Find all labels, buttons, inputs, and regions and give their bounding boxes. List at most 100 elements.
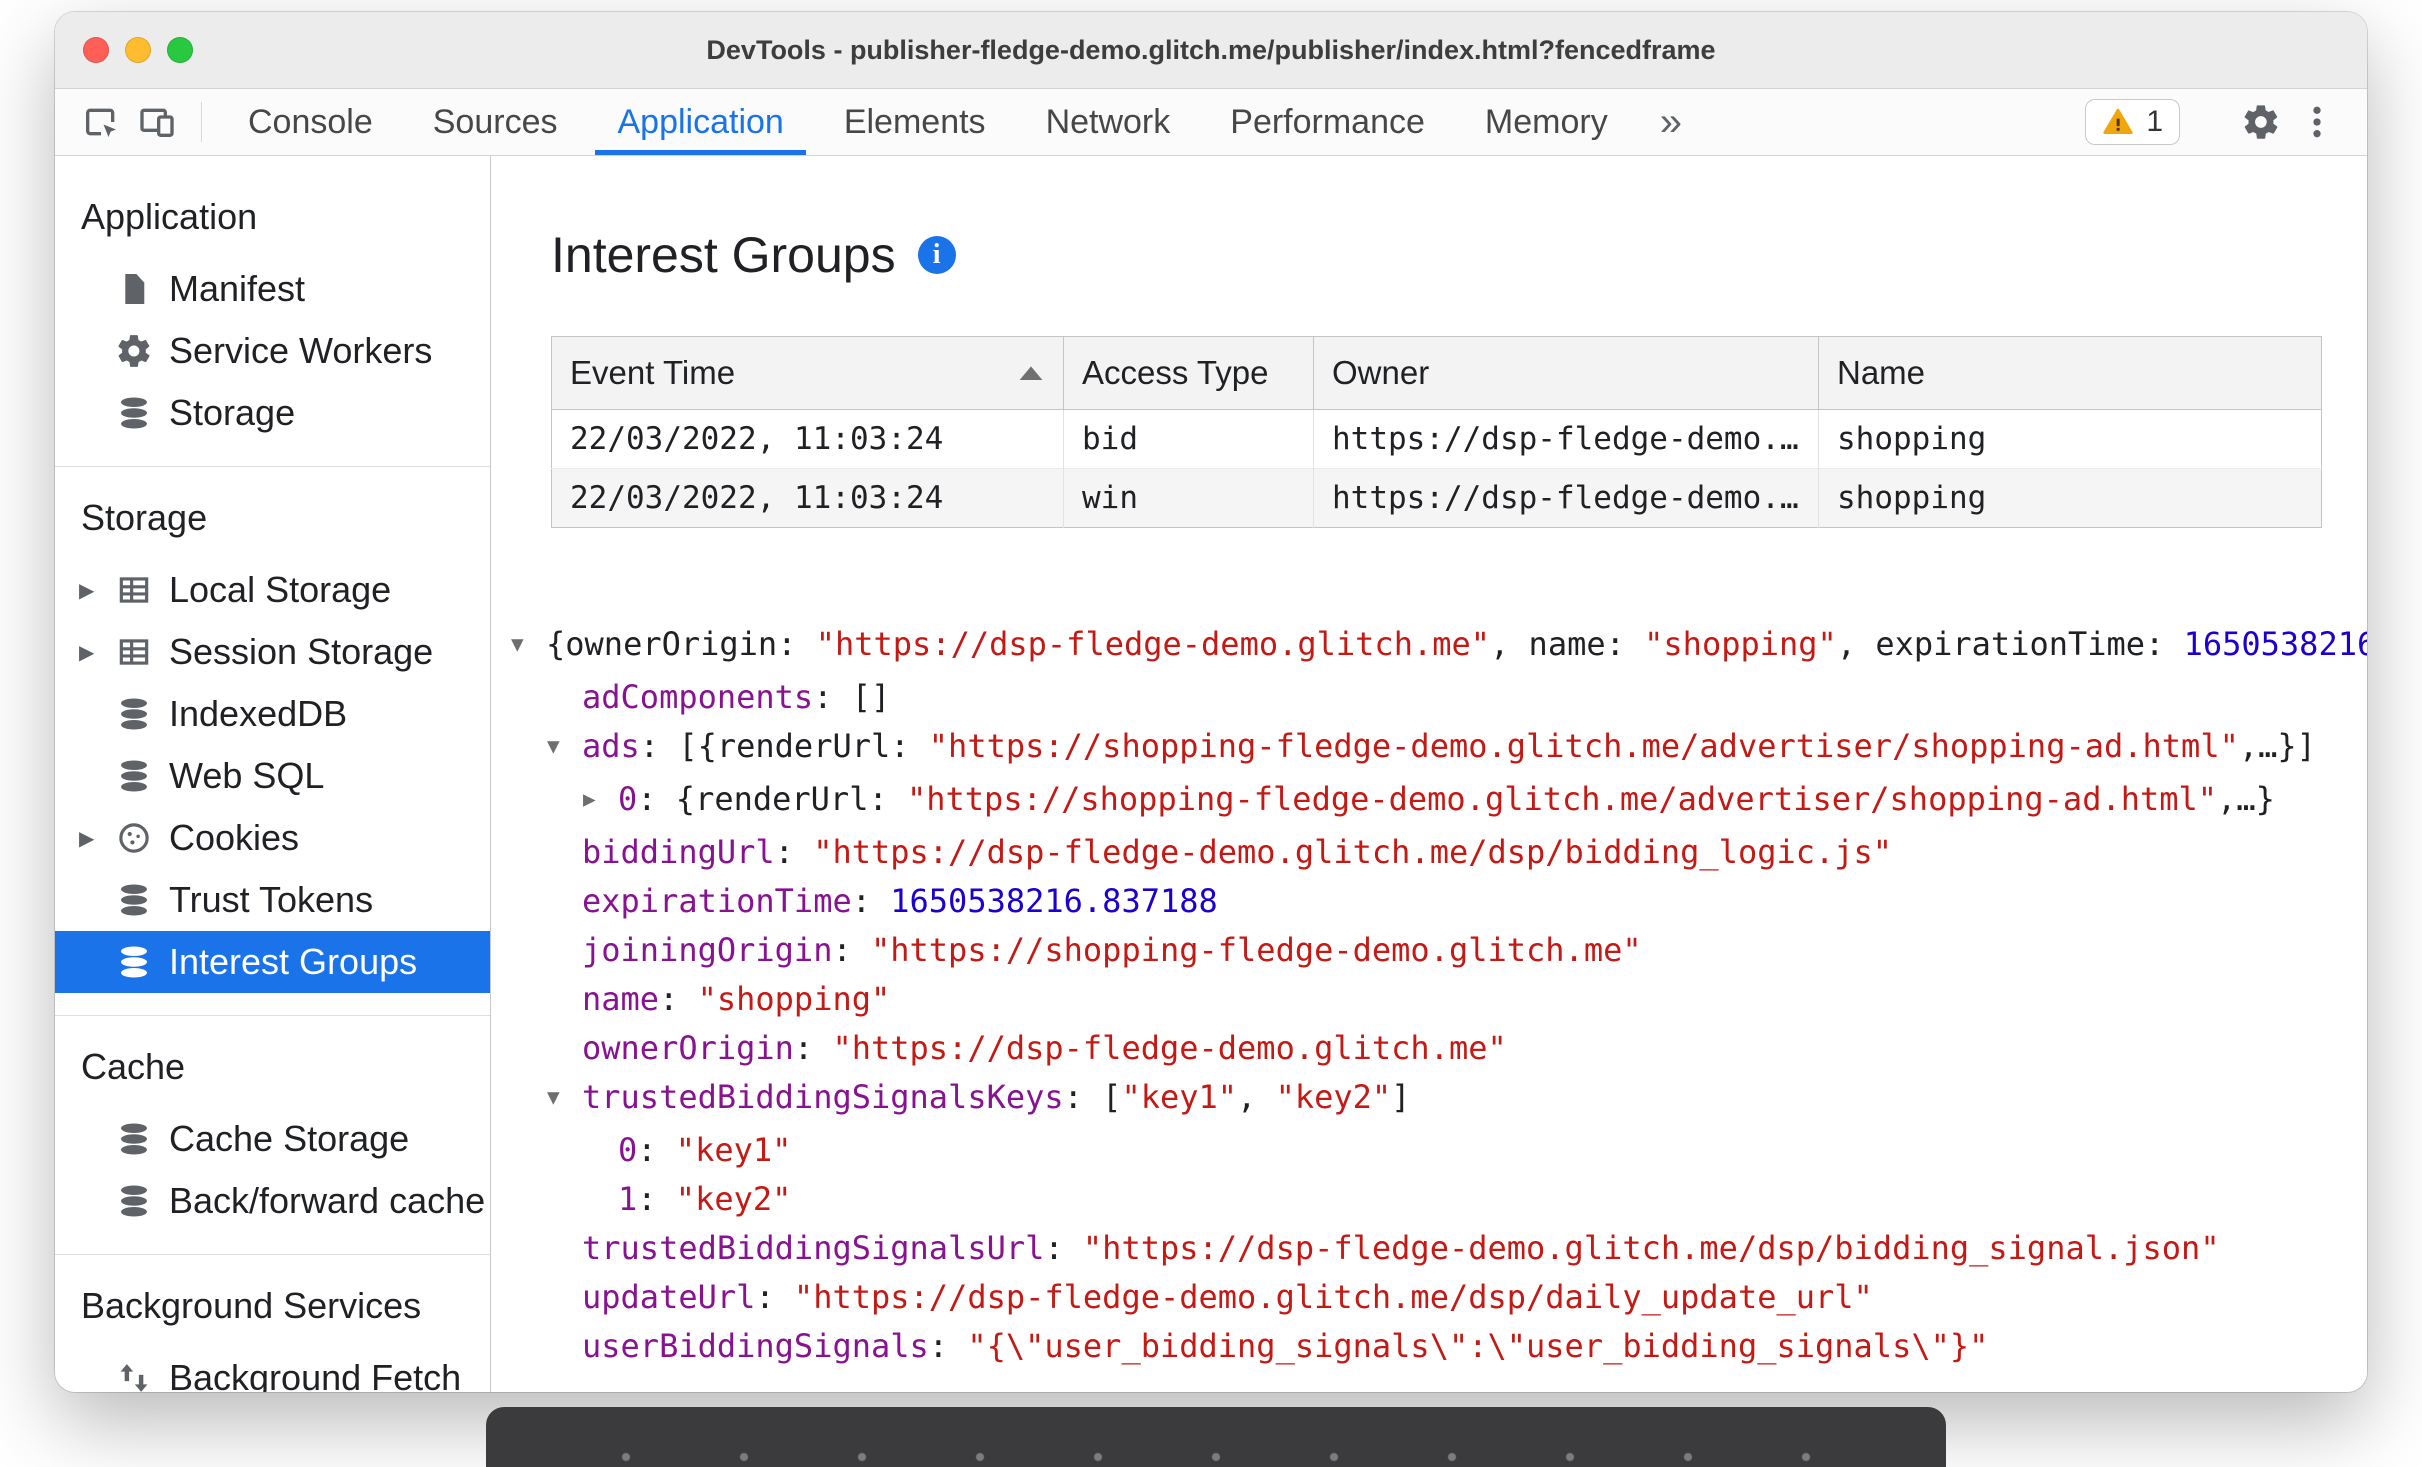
sidebar-item-cache-storage[interactable]: Cache Storage <box>55 1108 490 1170</box>
sidebar-section-background-services: Background Services Background Fetch <box>55 1255 490 1392</box>
titlebar[interactable]: DevTools - publisher-fledge-demo.glitch.… <box>55 12 2367 89</box>
more-options-button[interactable] <box>2289 102 2345 142</box>
column-header-owner[interactable]: Owner <box>1313 336 1819 410</box>
tree-key: name <box>582 980 660 1018</box>
settings-button[interactable] <box>2233 102 2289 142</box>
expand-caret-icon[interactable] <box>79 826 115 851</box>
column-header-name[interactable]: Name <box>1818 336 2322 410</box>
cell-owner: https://dsp-fledge-demo.glitch.me <box>1313 409 1819 469</box>
tree-line: ▼ trustedBiddingSignalsKeys: ["key1", "ke… <box>511 1073 2367 1126</box>
tab-memory[interactable]: Memory <box>1455 89 1638 155</box>
section-title: Storage <box>81 497 208 538</box>
cell-name: shopping <box>1837 421 1987 457</box>
tree-string-value: "https://shopping-fledge-demo.glitch.me" <box>870 931 1642 969</box>
toolbar-right-group: 1 <box>2085 89 2345 155</box>
zoom-window-button[interactable] <box>167 37 193 63</box>
macos-dock[interactable] <box>486 1407 1946 1467</box>
application-sidebar: Application Manifest Service Workers Sto… <box>55 156 491 1392</box>
sidebar-item-manifest[interactable]: Manifest <box>55 258 490 320</box>
sidebar-item-background-fetch[interactable]: Background Fetch <box>55 1347 490 1392</box>
tab-application[interactable]: Application <box>587 89 813 155</box>
inspect-element-button[interactable] <box>73 89 129 155</box>
tab-elements[interactable]: Elements <box>814 89 1016 155</box>
expand-caret-icon[interactable] <box>79 640 115 665</box>
tree-line: ▼ ads: [{renderUrl: "https://shopping-fle… <box>511 722 2367 775</box>
tree-string-value: "https://dsp-fledge-demo.glitch.me/dsp/d… <box>793 1278 1873 1316</box>
sidebar-item-label: Manifest <box>169 268 306 309</box>
sidebar-item-label: Web SQL <box>169 755 325 796</box>
tree-line: 0: "key1" <box>511 1126 2367 1175</box>
expanded-arrow-icon[interactable]: ▼ <box>547 1073 582 1122</box>
sidebar-item-cookies[interactable]: Cookies <box>55 807 490 869</box>
panel-tabs: Console Sources Application Elements Net… <box>218 89 1704 155</box>
tree-text: : <box>637 1131 676 1169</box>
tree-line: biddingUrl: "https://dsp-fledge-demo.gli… <box>511 828 2367 877</box>
sidebar-item-label: Background Fetch <box>169 1357 462 1392</box>
sidebar-item-web-sql[interactable]: Web SQL <box>55 745 490 807</box>
database-icon <box>115 757 153 795</box>
tree-text: : <box>832 931 871 969</box>
interest-groups-table: Event Time Access Type Owner Name 22/03/… <box>551 336 2322 528</box>
tree-text: : <box>637 1180 676 1218</box>
tab-sources[interactable]: Sources <box>403 89 588 155</box>
sidebar-item-label: Back/forward cache <box>169 1180 486 1221</box>
close-window-button[interactable] <box>83 37 109 63</box>
tree-text: ,…} <box>2217 780 2275 818</box>
sidebar-item-storage[interactable]: Storage <box>55 382 490 444</box>
tree-key: userBiddingSignals <box>582 1327 929 1365</box>
tab-network[interactable]: Network <box>1016 89 1201 155</box>
cell-event-time: 22/03/2022, 11:03:24 <box>551 468 1064 528</box>
column-header-access-type[interactable]: Access Type <box>1063 336 1314 410</box>
tab-console[interactable]: Console <box>218 89 403 155</box>
sidebar-item-label: Interest Groups <box>169 941 418 982</box>
tree-text: {ownerOrigin: <box>546 625 816 663</box>
sidebar-item-label: Cookies <box>169 817 300 858</box>
tree-line: ▼ {ownerOrigin: "https://dsp-fledge-demo.… <box>511 620 2367 673</box>
sidebar-section-application: Application Manifest Service Workers Sto… <box>55 166 490 467</box>
minimize-window-button[interactable] <box>125 37 151 63</box>
more-tabs-button[interactable]: » <box>1638 89 1704 155</box>
table-row[interactable]: 22/03/2022, 11:03:24 bid https://dsp-fle… <box>551 409 2322 469</box>
json-tree: ▼ {ownerOrigin: "https://dsp-fledge-demo.… <box>491 620 2367 1371</box>
column-header-event-time[interactable]: Event Time <box>551 336 1064 410</box>
cell-name: shopping <box>1818 468 2322 528</box>
expand-caret-icon[interactable] <box>79 578 115 603</box>
sidebar-item-local-storage[interactable]: Local Storage <box>55 559 490 621</box>
sidebar-item-indexeddb[interactable]: IndexedDB <box>55 683 490 745</box>
tree-key: ownerOrigin <box>582 1029 794 1067</box>
tree-line: ▶ 0: {renderUrl: "https://shopping-fledge… <box>511 775 2367 828</box>
sidebar-item-service-workers[interactable]: Service Workers <box>55 320 490 382</box>
window-title: DevTools - publisher-fledge-demo.glitch.… <box>706 34 1716 65</box>
expanded-arrow-icon[interactable]: ▼ <box>547 722 582 771</box>
tree-text: : <box>851 882 891 920</box>
collapsed-arrow-icon[interactable]: ▶ <box>583 775 618 824</box>
table-row[interactable]: 22/03/2022, 11:03:24 win https://dsp-fle… <box>551 468 2322 528</box>
sidebar-item-interest-groups[interactable]: Interest Groups <box>55 931 490 993</box>
tab-performance[interactable]: Performance <box>1200 89 1455 155</box>
tree-string-value: "https://dsp-fledge-demo.glitch.me/dsp/b… <box>813 833 1893 871</box>
cell-access-type: win <box>1063 468 1314 528</box>
tree-text: , name: <box>1490 625 1645 663</box>
tree-text: ] <box>1391 1078 1411 1116</box>
issues-warning-badge[interactable]: 1 <box>2085 99 2180 145</box>
tree-text: : [ <box>1063 1078 1122 1116</box>
tree-text: : <box>793 1029 833 1067</box>
table-header-row: Event Time Access Type Owner Name <box>551 336 2322 410</box>
devtools-toolbar: Console Sources Application Elements Net… <box>55 89 2367 156</box>
sort-ascending-icon <box>1017 364 1045 382</box>
tree-string-value: "https://dsp-fledge-demo.glitch.me" <box>832 1029 1507 1067</box>
sidebar-item-back-forward-cache[interactable]: Back/forward cache <box>55 1170 490 1232</box>
tree-key: adComponents <box>582 678 814 716</box>
tree-key: expirationTime <box>582 882 852 920</box>
tree-text: : {renderUrl: <box>637 780 907 818</box>
info-icon[interactable] <box>917 236 956 274</box>
expanded-arrow-icon[interactable]: ▼ <box>511 620 546 669</box>
sidebar-item-trust-tokens[interactable]: Trust Tokens <box>55 869 490 931</box>
toggle-device-toolbar-button[interactable] <box>129 89 185 155</box>
database-icon <box>115 943 153 981</box>
tree-line: trustedBiddingSignalsUrl: "https://dsp-f… <box>511 1224 2367 1273</box>
tree-text: : <box>928 1327 968 1365</box>
sidebar-item-session-storage[interactable]: Session Storage <box>55 621 490 683</box>
toolbar-separator <box>201 102 202 142</box>
tree-line: name: "shopping" <box>511 975 2367 1024</box>
